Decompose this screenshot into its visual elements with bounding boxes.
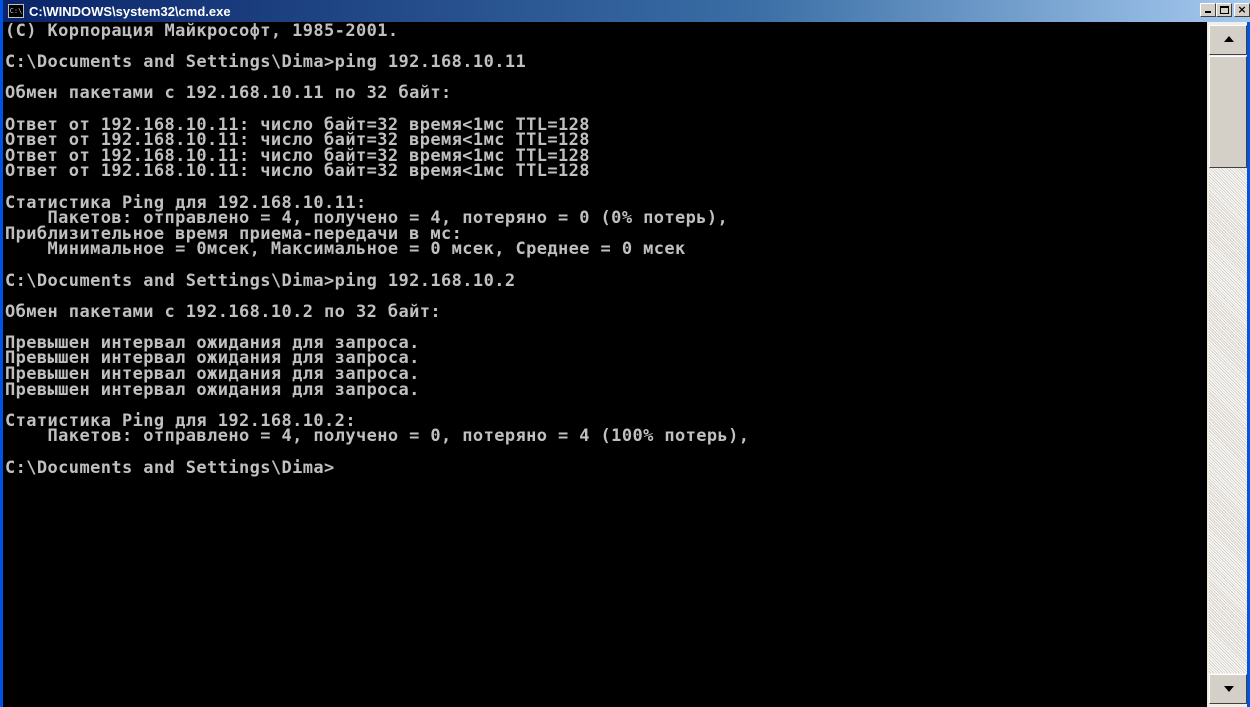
console-line: Превышен интервал ожидания для запроса. bbox=[5, 379, 420, 400]
maximize-button[interactable] bbox=[1216, 3, 1232, 17]
console-line: C:\Documents and Settings\Dima>ping 192.… bbox=[5, 52, 527, 73]
scroll-up-arrow-icon bbox=[1224, 36, 1234, 42]
console-line: Обмен пакетами с 192.168.10.11 по 32 бай… bbox=[5, 83, 452, 104]
cmd-icon[interactable]: C:\ bbox=[8, 4, 24, 18]
scroll-down-button[interactable] bbox=[1209, 674, 1247, 704]
minimize-icon bbox=[1205, 11, 1211, 13]
vertical-scrollbar[interactable] bbox=[1207, 22, 1247, 707]
scroll-down-arrow-icon bbox=[1224, 686, 1234, 692]
console-window: C:\ C:\WINDOWS\system32\cmd.exe × (С) Ко… bbox=[0, 0, 1250, 707]
console-output[interactable]: (С) Корпорация Майкрософт, 1985-2001. C:\… bbox=[3, 22, 1213, 707]
window-title: C:\WINDOWS\system32\cmd.exe bbox=[29, 3, 231, 19]
window-controls: × bbox=[1200, 3, 1250, 17]
title-bar[interactable]: C:\ C:\WINDOWS\system32\cmd.exe × bbox=[3, 0, 1250, 22]
console-line: Ответ от 192.168.10.11: число байт=32 вр… bbox=[5, 161, 590, 182]
maximize-icon bbox=[1220, 6, 1229, 14]
scroll-thumb[interactable] bbox=[1209, 56, 1247, 168]
minimize-button[interactable] bbox=[1200, 3, 1216, 17]
console-line: Минимальное = 0мсек, Максимальное = 0 мс… bbox=[5, 239, 686, 260]
close-button[interactable]: × bbox=[1234, 3, 1250, 17]
console-line: C:\Documents and Settings\Dima> bbox=[5, 457, 335, 478]
console-line: Обмен пакетами с 192.168.10.2 по 32 байт… bbox=[5, 301, 442, 322]
scroll-track[interactable] bbox=[1209, 168, 1247, 673]
console-line: (С) Корпорация Майкрософт, 1985-2001. bbox=[5, 22, 399, 41]
close-icon: × bbox=[1237, 3, 1247, 16]
console-line: Пакетов: отправлено = 4, получено = 0, п… bbox=[5, 426, 750, 447]
console-line: C:\Documents and Settings\Dima>ping 192.… bbox=[5, 270, 516, 291]
scroll-up-button[interactable] bbox=[1209, 25, 1247, 55]
